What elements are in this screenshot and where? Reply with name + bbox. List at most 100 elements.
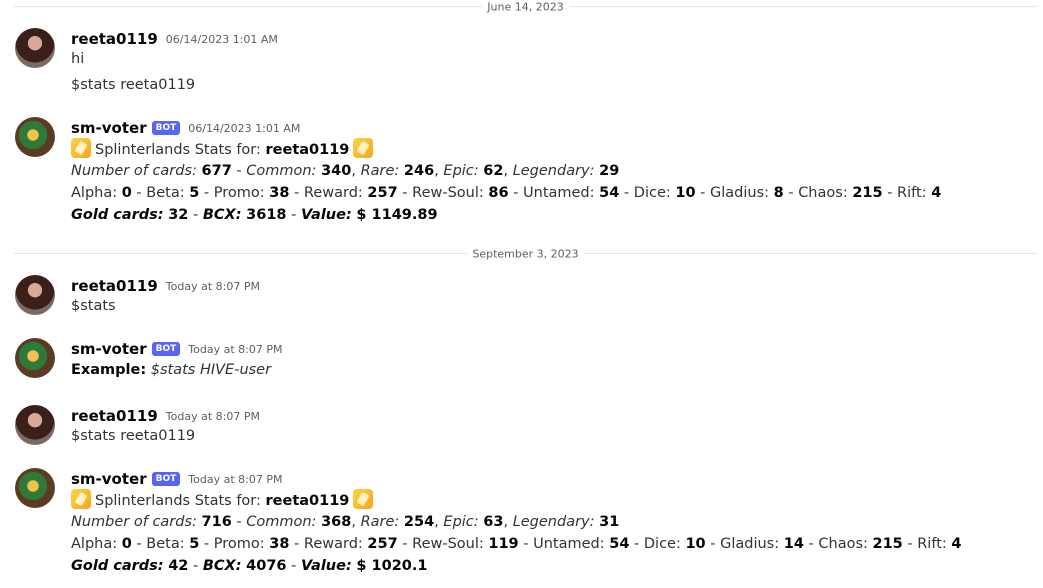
sep: - — [397, 536, 413, 552]
label: Common: — [246, 514, 317, 530]
label: Rare: — [360, 163, 400, 179]
sep: - — [231, 514, 247, 530]
stats-editions-line: Alpha: 0 - Beta: 5 - Promo: 38 - Reward:… — [71, 182, 941, 204]
username[interactable]: sm-voter — [71, 119, 147, 137]
timestamp[interactable]: Today at 8:07 PM — [188, 473, 282, 486]
message-text: $stats reeta0119 — [71, 428, 196, 444]
value: 62 — [483, 163, 504, 179]
sep: - — [286, 558, 301, 574]
splinterlands-emoji-icon — [353, 489, 374, 509]
sep: - — [629, 536, 644, 552]
label: Promo: — [213, 185, 265, 201]
sep: - — [199, 185, 214, 201]
username[interactable]: sm-voter — [71, 340, 147, 358]
value: 257 — [367, 536, 398, 552]
label: Rew-Soul: — [412, 185, 484, 201]
avatar[interactable] — [15, 275, 55, 315]
value: 340 — [321, 163, 352, 179]
stats-title: Splinterlands Stats for: reeta0119 — [71, 489, 377, 512]
sep: - — [882, 185, 898, 201]
value: 14 — [783, 536, 804, 552]
username[interactable]: sm-voter — [71, 470, 147, 488]
stats-cards-line: Number of cards: 677 - Common: 340, Rare… — [71, 160, 619, 182]
value: 677 — [201, 163, 232, 179]
timestamp[interactable]: 06/14/2023 1:01 AM — [188, 122, 300, 135]
value: 54 — [599, 185, 620, 201]
label: Value: — [300, 207, 352, 223]
timestamp[interactable]: Today at 8:07 PM — [188, 343, 282, 356]
value: 4 — [931, 185, 942, 201]
splinterlands-emoji-icon — [353, 138, 374, 158]
bot-avatar[interactable] — [15, 338, 55, 378]
value: 4 — [951, 536, 962, 552]
message-header: sm-voter BOT 06/14/2023 1:01 AM — [71, 117, 300, 139]
username[interactable]: reeta0119 — [71, 277, 158, 295]
value: 0 — [121, 185, 132, 201]
bot-avatar[interactable] — [15, 468, 55, 508]
timestamp[interactable]: 06/14/2023 1:01 AM — [166, 33, 278, 46]
label: Alpha: — [71, 536, 118, 552]
label: Chaos: — [818, 536, 868, 552]
bot-avatar[interactable] — [15, 117, 55, 157]
sep: - — [902, 536, 918, 552]
stats-title: Splinterlands Stats for: reeta0119 — [71, 138, 377, 161]
value: 246 — [403, 163, 435, 179]
message-text: $stats — [71, 298, 116, 314]
sep: - — [619, 185, 634, 201]
timestamp[interactable]: Today at 8:07 PM — [166, 280, 260, 293]
date-divider-label: June 14, 2023 — [481, 0, 570, 14]
value: 254 — [403, 514, 435, 530]
label: Rift: — [897, 185, 927, 201]
sep: , — [503, 514, 513, 530]
sep: - — [695, 185, 711, 201]
value: 10 — [685, 536, 706, 552]
date-divider-june: June 14, 2023 — [14, 0, 1037, 14]
label: BCX: — [202, 207, 242, 223]
timestamp[interactable]: Today at 8:07 PM — [166, 410, 260, 423]
avatar[interactable] — [15, 405, 55, 445]
username[interactable]: reeta0119 — [71, 407, 158, 425]
value: 8 — [773, 185, 784, 201]
username[interactable]: reeta0119 — [71, 30, 158, 48]
message-header: sm-voter BOT Today at 8:07 PM — [71, 468, 282, 490]
sep: - — [783, 185, 799, 201]
label: Alpha: — [71, 185, 118, 201]
example-text: $stats HIVE-user — [150, 362, 272, 378]
label: Promo: — [213, 536, 265, 552]
sep: - — [397, 185, 413, 201]
sep: - — [508, 185, 524, 201]
message-header: reeta0119 Today at 8:07 PM — [71, 275, 260, 297]
value: 31 — [599, 514, 620, 530]
message-header: reeta0119 Today at 8:07 PM — [71, 405, 260, 427]
stats-title-user: reeta0119 — [265, 493, 350, 509]
value: 3618 — [246, 207, 287, 223]
value: 86 — [488, 185, 509, 201]
message-text: $stats reeta0119 — [71, 77, 196, 93]
sep: - — [705, 536, 721, 552]
value: 38 — [269, 185, 290, 201]
value: 119 — [488, 536, 519, 552]
value: 32 — [168, 207, 189, 223]
value: 42 — [168, 558, 189, 574]
label: Reward: — [303, 185, 363, 201]
label: Untamed: — [533, 536, 605, 552]
value: 38 — [269, 536, 290, 552]
label: Beta: — [146, 536, 185, 552]
sep: - — [289, 185, 304, 201]
label: Value: — [300, 558, 352, 574]
sep: - — [286, 207, 301, 223]
splinterlands-emoji-icon — [71, 489, 91, 509]
label: Number of cards: — [71, 514, 197, 530]
label: Epic: — [443, 514, 479, 530]
label: BCX: — [202, 558, 242, 574]
sep: - — [289, 536, 304, 552]
value: 54 — [609, 536, 630, 552]
avatar[interactable] — [15, 28, 55, 68]
date-divider-label: September 3, 2023 — [466, 247, 585, 261]
label: Dice: — [633, 185, 671, 201]
value: $ 1149.89 — [356, 207, 438, 223]
value: 368 — [321, 514, 352, 530]
label: Chaos: — [798, 185, 848, 201]
label: Gladius: — [720, 536, 780, 552]
bot-badge: BOT — [151, 121, 181, 135]
